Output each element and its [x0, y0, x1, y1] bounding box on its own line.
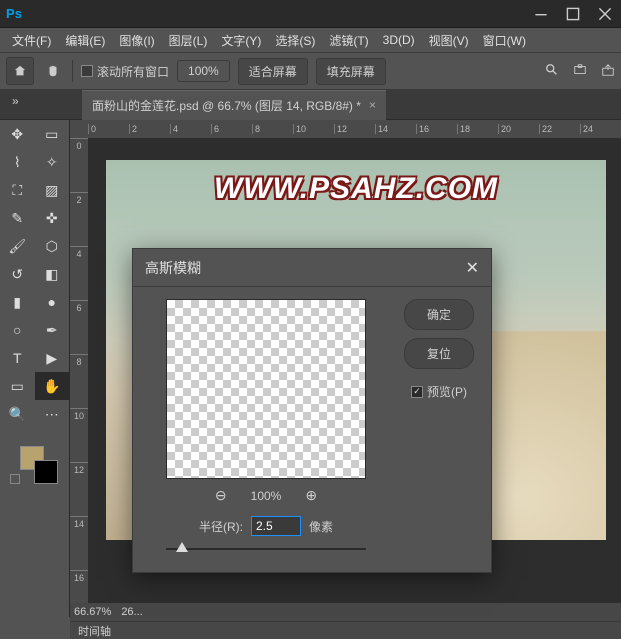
hand-tool[interactable]: ✋: [35, 372, 70, 400]
minimize-button[interactable]: [525, 0, 557, 28]
title-bar: Ps: [0, 0, 621, 28]
menu-edit[interactable]: 编辑(E): [59, 30, 111, 51]
preview-thumbnail[interactable]: [166, 299, 366, 479]
brush-tool[interactable]: 🖌: [0, 232, 35, 260]
expand-dock-icon[interactable]: »: [12, 94, 19, 108]
pen-tool[interactable]: ✒: [35, 316, 70, 344]
watermark-text: WWW.PSAHZ.COM: [214, 172, 498, 206]
document-tab-close-icon[interactable]: ×: [369, 98, 376, 112]
path-select-tool[interactable]: ▶: [35, 344, 70, 372]
status-info: 26...: [121, 606, 142, 618]
fit-screen-button[interactable]: 适合屏幕: [238, 58, 308, 85]
toolbox: ✥ ▭ ⌇ ✧ ⛶ ▨ ✎ ✜ 🖌 ⬡ ↺ ◧ ▮ ● ○ ✒ T ▶ ▭ ✋ …: [0, 120, 70, 617]
dialog-title-text: 高斯模糊: [145, 258, 201, 278]
menu-type[interactable]: 文字(Y): [215, 30, 267, 51]
radius-label: 半径(R):: [199, 518, 243, 535]
type-tool[interactable]: T: [0, 344, 35, 372]
preview-zoom-value: 100%: [251, 489, 282, 503]
document-tab[interactable]: 面粉山的金莲花.psd @ 66.7% (图层 14, RGB/8#) * ×: [82, 90, 386, 120]
preview-checkbox-label: 预览(P): [427, 383, 467, 400]
radius-slider[interactable]: [166, 540, 366, 560]
history-brush-tool[interactable]: ↺: [0, 260, 35, 288]
gradient-tool[interactable]: ▮: [0, 288, 35, 316]
zoom-tool[interactable]: 🔍: [0, 400, 35, 428]
maximize-button[interactable]: [557, 0, 589, 28]
scroll-all-label: 滚动所有窗口: [97, 63, 169, 80]
eraser-tool[interactable]: ◧: [35, 260, 70, 288]
reset-button[interactable]: 复位: [404, 338, 474, 369]
close-button[interactable]: [589, 0, 621, 28]
menu-bar: 文件(F) 编辑(E) 图像(I) 图层(L) 文字(Y) 选择(S) 滤镜(T…: [0, 28, 621, 52]
menu-view[interactable]: 视图(V): [423, 30, 475, 51]
window-controls: [525, 0, 621, 28]
zoom-out-icon[interactable]: ⊖: [215, 487, 227, 504]
options-bar: 滚动所有窗口 100% 适合屏幕 填充屏幕: [0, 52, 621, 90]
crop-tool[interactable]: ⛶: [0, 176, 35, 204]
slider-thumb[interactable]: [176, 542, 188, 552]
ruler-horizontal: 024681012141618202224: [88, 120, 621, 138]
eyedropper-tool[interactable]: ✎: [0, 204, 35, 232]
zoom-in-icon[interactable]: ⊕: [305, 487, 317, 504]
radius-input[interactable]: [251, 516, 301, 536]
menu-3d[interactable]: 3D(D): [377, 31, 421, 49]
app-logo: Ps: [0, 0, 28, 28]
preview-checkbox[interactable]: ✓ 预览(P): [411, 383, 467, 400]
ruler-vertical: 0246810121416: [70, 138, 88, 617]
gaussian-blur-dialog: 高斯模糊 ✕ ⊖ 100% ⊕ 半径(R): 像素 确定 复位: [132, 248, 492, 573]
blur-tool[interactable]: ●: [35, 288, 70, 316]
dialog-title-bar[interactable]: 高斯模糊 ✕: [133, 249, 491, 287]
healing-tool[interactable]: ✜: [35, 204, 70, 232]
stamp-tool[interactable]: ⬡: [35, 232, 70, 260]
radius-unit: 像素: [309, 518, 333, 535]
ruler-corner: [70, 120, 88, 138]
menu-file[interactable]: 文件(F): [6, 30, 57, 51]
fill-screen-button[interactable]: 填充屏幕: [316, 58, 386, 85]
separator: [72, 60, 73, 82]
toolbox-more[interactable]: ⋯: [35, 400, 70, 428]
document-tab-bar: 面粉山的金莲花.psd @ 66.7% (图层 14, RGB/8#) * ×: [0, 90, 621, 120]
menu-window[interactable]: 窗口(W): [477, 30, 532, 51]
color-swatches: [0, 440, 69, 490]
ok-button[interactable]: 确定: [404, 299, 474, 330]
zoom-value[interactable]: 100%: [177, 60, 230, 82]
learn-icon[interactable]: [573, 63, 587, 80]
lasso-tool[interactable]: ⌇: [0, 148, 35, 176]
status-zoom[interactable]: 66.67%: [74, 606, 111, 618]
swap-colors-icon[interactable]: [10, 474, 20, 484]
share-icon[interactable]: [601, 63, 615, 80]
dodge-tool[interactable]: ○: [0, 316, 35, 344]
frame-tool[interactable]: ▨: [35, 176, 70, 204]
timeline-panel-label[interactable]: 时间轴: [78, 623, 111, 639]
menu-image[interactable]: 图像(I): [113, 30, 160, 51]
document-tab-title: 面粉山的金莲花.psd @ 66.7% (图层 14, RGB/8#) *: [92, 97, 361, 114]
home-button[interactable]: [6, 57, 34, 85]
scroll-all-checkbox[interactable]: 滚动所有窗口: [81, 63, 169, 80]
menu-filter[interactable]: 滤镜(T): [323, 30, 374, 51]
magic-wand-tool[interactable]: ✧: [35, 148, 70, 176]
shape-tool[interactable]: ▭: [0, 372, 35, 400]
menu-layer[interactable]: 图层(L): [163, 30, 214, 51]
hand-tool-icon: [42, 64, 64, 78]
menu-select[interactable]: 选择(S): [269, 30, 321, 51]
move-tool[interactable]: ✥: [0, 120, 35, 148]
status-bar: 66.67% 26... 时间轴: [70, 603, 621, 639]
background-color[interactable]: [34, 460, 58, 484]
search-icon[interactable]: [545, 63, 559, 80]
dialog-close-icon[interactable]: ✕: [466, 258, 479, 278]
marquee-tool[interactable]: ▭: [35, 120, 70, 148]
